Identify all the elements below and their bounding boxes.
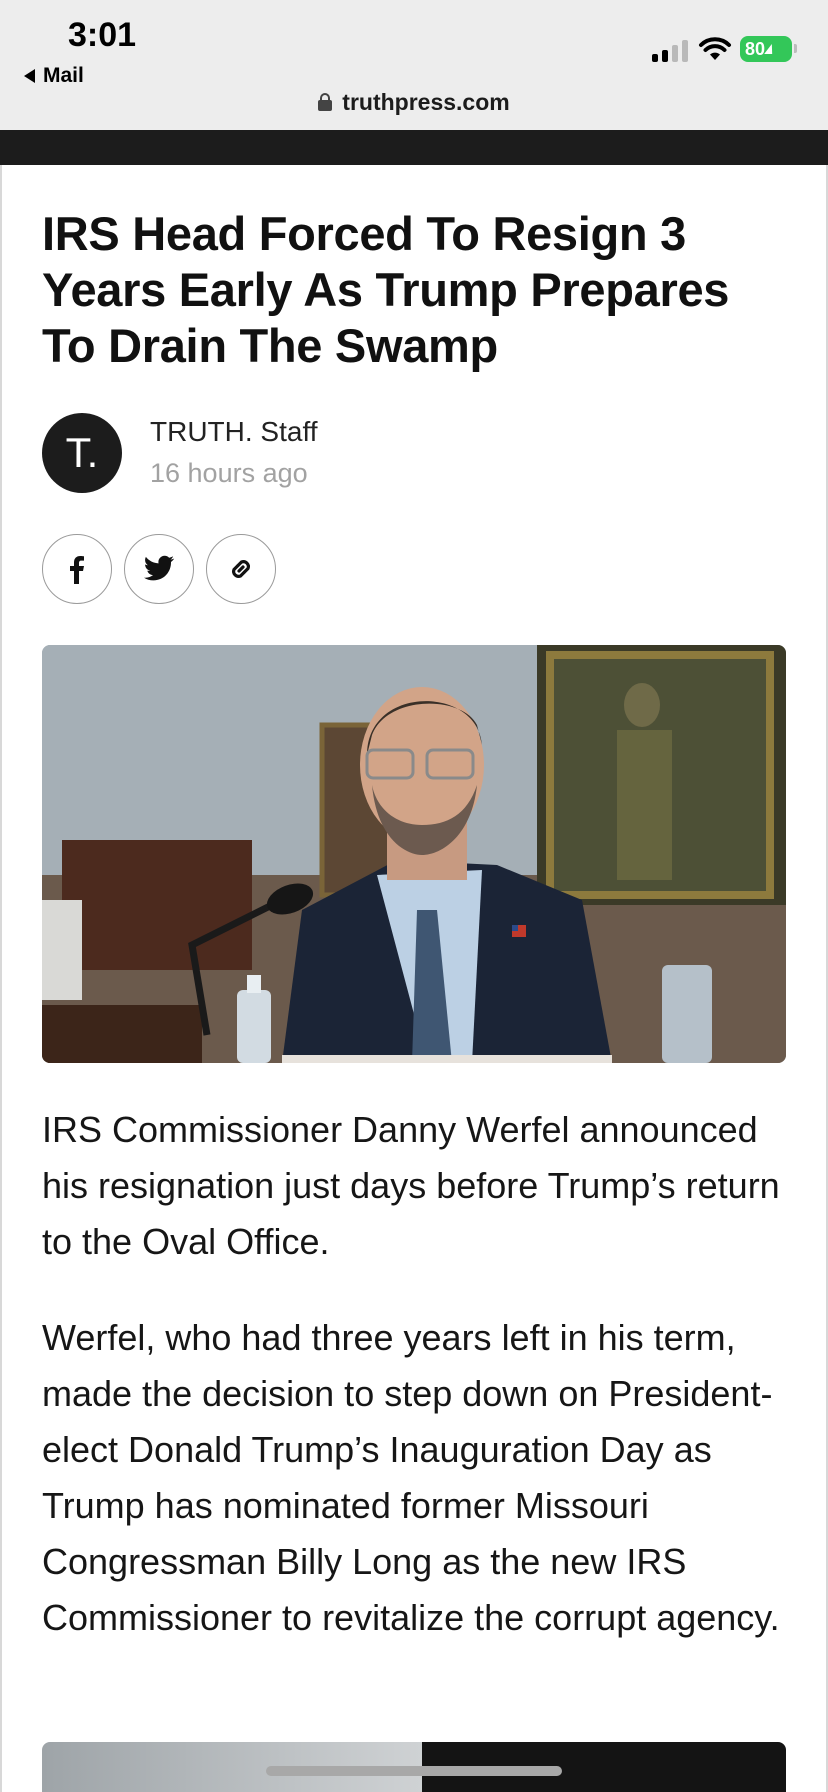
facebook-share-button[interactable]	[42, 534, 112, 604]
link-icon	[232, 560, 250, 578]
battery-icon: 80	[740, 36, 797, 62]
charging-bolt-icon	[764, 44, 776, 54]
article-headline: IRS Head Forced To Resign 3 Years Early …	[42, 207, 730, 372]
address-bar[interactable]: truthpress.com	[0, 84, 828, 120]
author-name[interactable]: TRUTH. Staff	[150, 416, 318, 448]
wifi-icon	[699, 37, 731, 60]
article-paragraph: Werfel, who had three years left in his …	[42, 1317, 780, 1638]
site-header-bar	[0, 130, 828, 165]
twitter-share-button[interactable]	[124, 534, 194, 604]
home-indicator[interactable]	[266, 1766, 562, 1776]
share-buttons	[42, 534, 276, 604]
url-text: truthpress.com	[342, 88, 510, 115]
status-bar: 3:01 Mail 80 truthpress.com	[0, 0, 828, 130]
cellular-signal-icon	[652, 38, 688, 62]
back-arrow-icon	[24, 69, 35, 83]
battery-level: 80	[745, 38, 766, 59]
author-avatar[interactable]: T.	[42, 413, 122, 493]
copy-link-button[interactable]	[206, 534, 276, 604]
clock: 3:01	[68, 16, 137, 54]
article-hero-photo	[42, 645, 786, 1063]
article-paragraph: IRS Commissioner Danny Werfel announced …	[42, 1109, 780, 1262]
browser-page: 3:01 Mail 80 truthpress.com IRS Head For…	[0, 0, 828, 1792]
twitter-icon	[143, 555, 175, 581]
facebook-icon	[70, 556, 84, 584]
post-timestamp: 16 hours ago	[150, 458, 308, 488]
lock-icon	[318, 93, 333, 111]
left-border	[0, 165, 2, 1792]
